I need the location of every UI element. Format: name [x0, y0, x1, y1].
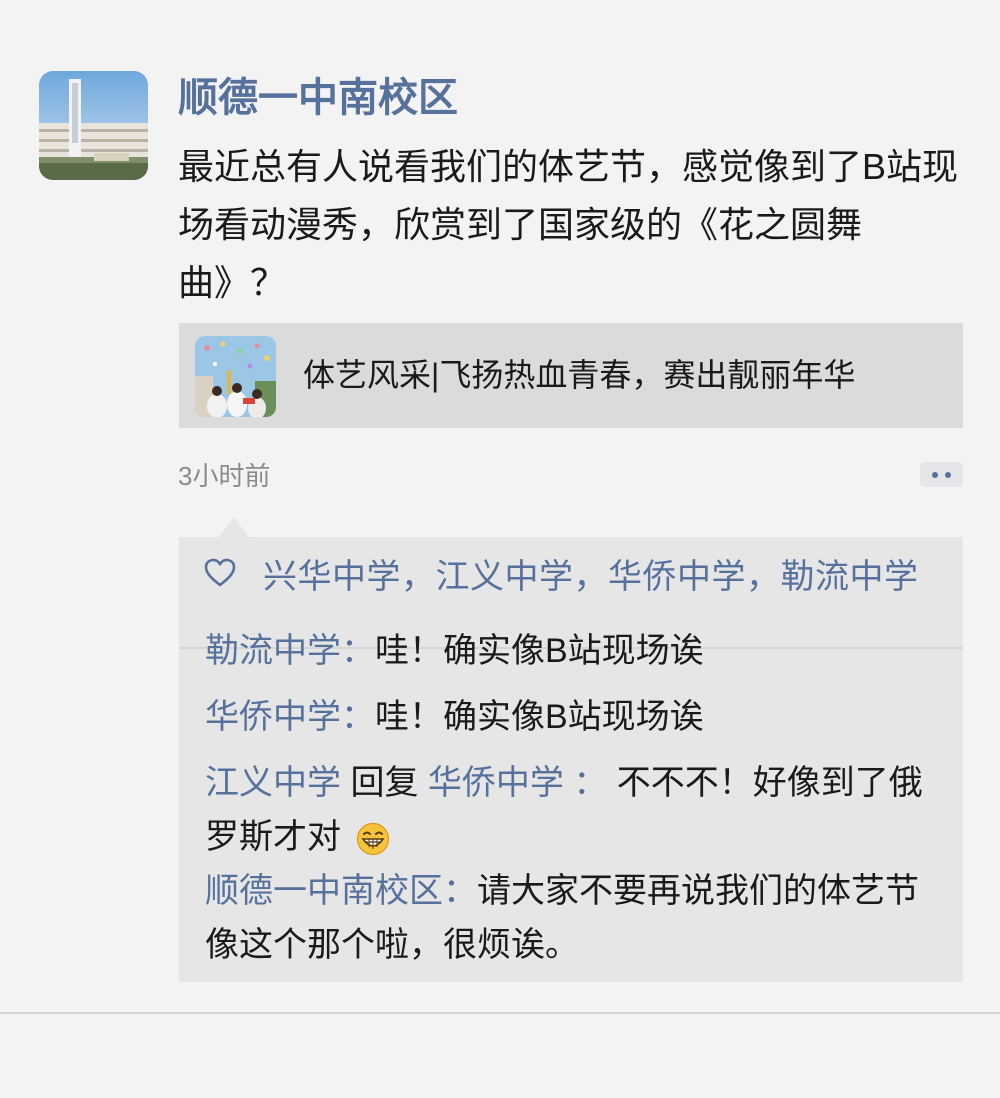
comment-colon: ：: [443, 872, 477, 910]
post-author-name[interactable]: 顺德一中南校区: [178, 70, 458, 126]
school-building-image: [39, 71, 148, 180]
reply-target[interactable]: 华侨中学: [428, 764, 564, 802]
likes-names[interactable]: 兴华中学，江义中学，华侨中学，勒流中学: [263, 549, 919, 598]
comment-item[interactable]: 华侨中学：哇！确实像B站现场诶: [205, 690, 945, 744]
post-text: 最近总有人说看我们的体艺节，感觉像到了B站现场看动漫秀，欣赏到了国家级的《花之圆…: [178, 146, 959, 303]
more-actions-button[interactable]: [920, 462, 963, 487]
comment-colon: ：: [341, 698, 375, 736]
comment-colon: ：: [563, 764, 608, 802]
likes-comments-panel: 兴华中学，江义中学，华侨中学，勒流中学 勒流中学：哇！确实像B站现场诶 华侨中学…: [179, 537, 963, 982]
shared-link-card[interactable]: 体艺风采|飞扬热血青春，赛出靓丽年华: [179, 323, 963, 428]
comment-item[interactable]: 勒流中学：哇！确实像B站现场诶: [205, 624, 945, 678]
comment-item[interactable]: 江义中学 回复 华侨中学 ： 不不不！好像到了俄罗斯才对: [205, 756, 945, 864]
likes-row: 兴华中学，江义中学，华侨中学，勒流中学: [203, 549, 919, 597]
comment-author[interactable]: 顺德一中南校区: [205, 872, 443, 910]
dot-icon: [932, 472, 938, 478]
comment-text: 哇！确实像B站现场诶: [375, 632, 704, 670]
link-thumbnail: [195, 336, 276, 417]
reply-word: 回复: [341, 764, 428, 802]
comment-author[interactable]: 勒流中学: [205, 632, 341, 670]
comment-author[interactable]: 华侨中学: [205, 698, 341, 736]
post-time: 3小时前: [178, 461, 271, 491]
link-title: 体艺风采|飞扬热血青春，赛出靓丽年华: [303, 357, 856, 393]
heart-icon: [204, 558, 236, 587]
grin-emoji-icon: [357, 822, 390, 856]
comment-item[interactable]: 顺德一中南校区：请大家不要再说我们的体艺节像这个那个啦，很烦诶。: [205, 864, 945, 972]
comment-text: 哇！确实像B站现场诶: [375, 698, 704, 736]
comment-colon: ：: [341, 632, 375, 670]
author-avatar[interactable]: [39, 71, 148, 180]
comment-box-caret: [219, 517, 249, 537]
comment-author[interactable]: 江义中学: [205, 764, 341, 802]
feed-divider: [0, 1012, 1000, 1014]
dot-icon: [945, 472, 951, 478]
